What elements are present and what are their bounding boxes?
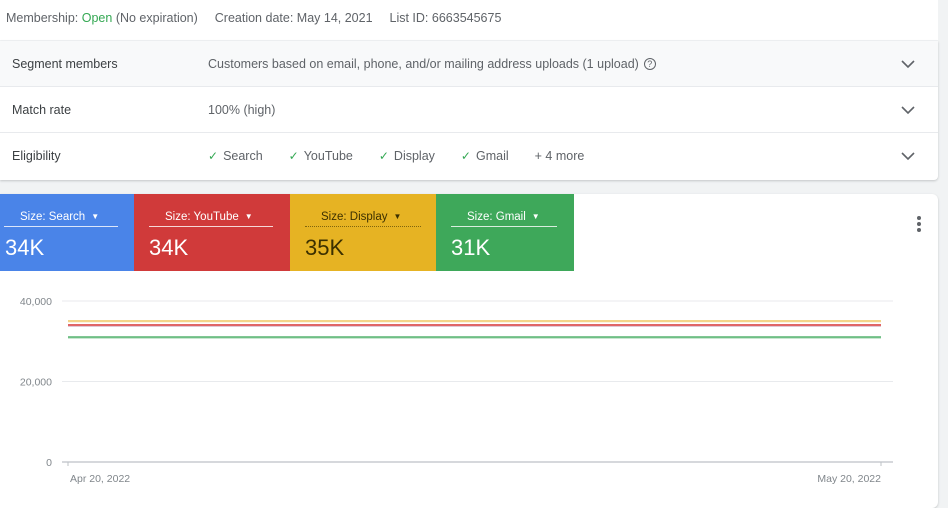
check-icon: ✓ <box>378 149 389 163</box>
check-icon: ✓ <box>460 149 471 163</box>
row-label: Match rate <box>12 102 72 117</box>
list-metadata-bar: Membership: Open (No expiration) Creatio… <box>0 0 938 40</box>
check-icon: ✓ <box>208 149 219 163</box>
eligibility-item-search: ✓ Search <box>208 149 263 163</box>
row-segment-members[interactable]: Segment members Customers based on email… <box>0 41 938 87</box>
match-rate-value: 100% (high) <box>208 102 276 117</box>
row-label: Eligibility <box>12 149 61 163</box>
eligibility-item-youtube: ✓ YouTube <box>288 149 353 163</box>
line-chart: 0 20,000 40,000 Apr 20, 2022 May 20, 2022 <box>20 296 893 485</box>
segment-size-chart-card: Size: Search ▼ 34K Size: YouTube ▼ 34K Siz… <box>0 194 938 508</box>
membership-status: Open <box>81 11 113 25</box>
help-icon[interactable]: ? <box>643 57 656 70</box>
list-id: 6663545675 <box>431 11 502 25</box>
membership-note: (No expiration) <box>115 11 198 25</box>
row-label: Segment members <box>12 56 118 71</box>
eligibility-more-link[interactable]: + 4 more <box>535 149 585 163</box>
x-tick-label: Apr 20, 2022 <box>70 473 130 485</box>
chevron-down-icon[interactable] <box>900 56 916 72</box>
chevron-down-icon[interactable] <box>900 102 916 118</box>
segment-members-value: Customers based on email, phone, and/or … <box>208 56 639 71</box>
y-tick-label: 0 <box>46 457 52 469</box>
row-value: Customers based on email, phone, and/or … <box>208 57 656 71</box>
creation-date-label: Creation date: <box>214 11 294 25</box>
eligibility-item-display: ✓ Display <box>378 149 435 163</box>
chevron-down-icon[interactable] <box>900 148 916 164</box>
x-tick-label: May 20, 2022 <box>817 473 881 485</box>
row-eligibility[interactable]: Eligibility ✓ Search ✓ YouTube ✓ Display ✓ G… <box>0 133 938 179</box>
y-tick-label: 40,000 <box>20 296 52 308</box>
y-tick-label: 20,000 <box>20 377 52 389</box>
segment-details-card: Segment members Customers based on email… <box>0 41 938 180</box>
creation-date: May 14, 2021 <box>296 11 373 25</box>
membership-label: Membership: <box>6 11 79 25</box>
eligibility-item-gmail: ✓ Gmail <box>460 149 509 163</box>
eligibility-list: ✓ Search ✓ YouTube ✓ Display ✓ Gmail + 4 mor… <box>208 149 584 163</box>
row-match-rate[interactable]: Match rate 100% (high) <box>0 87 938 133</box>
check-icon: ✓ <box>288 149 299 163</box>
list-id-label: List ID: <box>389 11 429 25</box>
